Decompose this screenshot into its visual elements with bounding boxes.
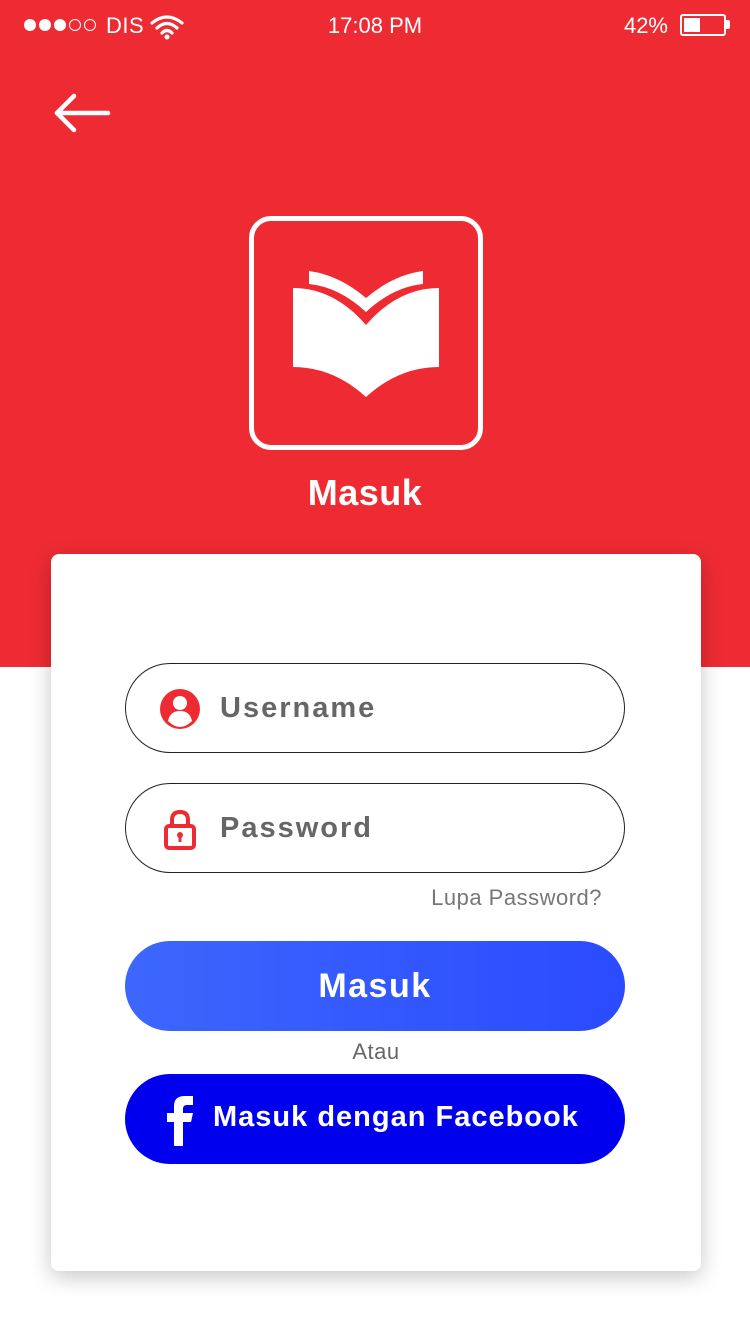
login-button[interactable]: Masuk [125,941,625,1031]
open-book-icon [293,271,439,397]
separator-text: Atau [352,1039,400,1064]
login-card: Username Password Lupa Password? Masuk A… [51,554,701,1271]
status-bar: DIS 17:08 PM 42% [0,0,750,54]
facebook-login-button[interactable]: Masuk dengan Facebook [125,1074,625,1164]
facebook-icon [167,1096,193,1146]
lock-icon [164,809,196,850]
username-placeholder: Username [220,692,377,724]
battery-icon [680,14,726,36]
battery-percentage: 42% [623,13,668,38]
password-field[interactable]: Password [125,783,625,873]
password-placeholder: Password [220,812,373,844]
battery-level [684,18,700,32]
forgot-password-link[interactable]: Lupa Password? [431,885,602,911]
user-icon [160,689,200,729]
app-logo [249,216,483,450]
page-title: Masuk [307,472,423,513]
arrow-left-icon [54,93,111,133]
facebook-login-label: Masuk dengan Facebook [213,1101,579,1133]
username-field[interactable]: Username [125,663,625,753]
back-button[interactable] [50,88,114,138]
battery-cap [726,20,730,29]
